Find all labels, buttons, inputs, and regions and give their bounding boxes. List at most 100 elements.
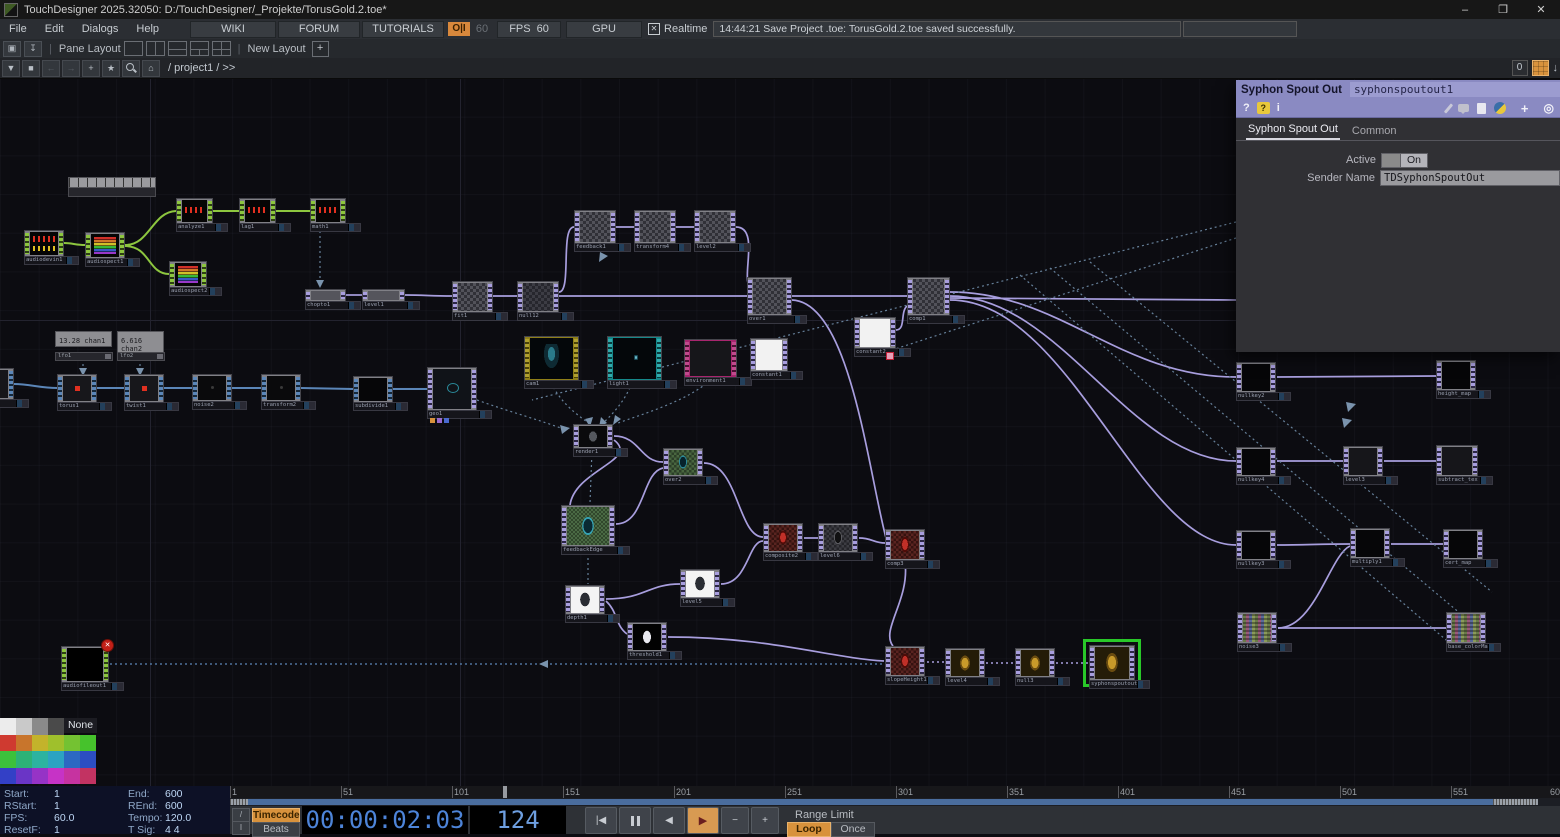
output-connector[interactable] [400, 292, 404, 299]
node-threshold1[interactable]: threshold1 [627, 622, 667, 652]
output-connector[interactable] [945, 280, 949, 313]
color-swatch[interactable] [0, 735, 16, 752]
output-connector[interactable] [731, 213, 735, 241]
frame-display[interactable]: 124 [470, 806, 566, 834]
output-connector[interactable] [611, 213, 615, 241]
maximize-button[interactable]: ❐ [1484, 0, 1522, 19]
input-connector[interactable] [946, 651, 950, 675]
input-connector[interactable] [764, 526, 768, 550]
node-constant2[interactable]: constant2 [854, 317, 896, 349]
color-swatch[interactable] [32, 735, 48, 752]
info-icon[interactable]: i [1277, 102, 1280, 114]
input-connector[interactable] [311, 201, 315, 221]
stop-icon[interactable]: ■ [22, 60, 40, 77]
node-feedbackEdge[interactable]: feedbackEdge [561, 505, 615, 547]
node-slopeHeight1[interactable]: slopeHeight1 [885, 646, 925, 677]
output-connector[interactable] [657, 339, 661, 378]
output-connector[interactable] [853, 526, 857, 550]
tab-common[interactable]: Common [1350, 125, 1399, 140]
beats-mode-button[interactable]: Beats [252, 822, 300, 837]
output-connector[interactable] [783, 341, 787, 369]
input-connector[interactable] [751, 341, 755, 369]
frame-decrement-button[interactable]: − [721, 807, 749, 834]
color-swatch[interactable] [0, 768, 16, 785]
node-audiospect2[interactable]: audiospect2 [169, 261, 207, 288]
node-multiply1[interactable]: multiply1 [1350, 528, 1390, 559]
sender-name-field[interactable]: TDSyphonSpoutOut [1380, 170, 1560, 186]
node-cam1[interactable]: cam1 [524, 336, 579, 381]
output-connector[interactable] [227, 377, 231, 399]
input-connector[interactable] [635, 213, 639, 241]
layout-three-pane-button[interactable] [190, 41, 209, 56]
range-grip-left[interactable] [230, 799, 248, 805]
input-connector[interactable] [62, 649, 66, 680]
output-connector[interactable] [59, 233, 63, 254]
node-render1[interactable]: render1 [573, 424, 613, 449]
node-level5[interactable]: level5 [680, 569, 720, 599]
color-swatch[interactable] [16, 751, 32, 768]
node-audiofileout1[interactable]: audiofileout1✕ [61, 646, 109, 683]
pause-button[interactable] [619, 807, 651, 834]
input-connector[interactable] [886, 649, 890, 674]
color-swatch[interactable] [16, 718, 32, 735]
comment-icon[interactable] [1458, 104, 1469, 112]
node-nullkey4[interactable]: nullkey4 [1236, 447, 1276, 477]
timeline-field-value[interactable]: 1 [54, 788, 60, 800]
color-swatch[interactable] [80, 768, 96, 785]
loop-button[interactable]: Loop [787, 822, 831, 837]
output-connector[interactable] [1471, 363, 1475, 388]
input-connector[interactable] [562, 508, 566, 544]
color-swatch[interactable] [64, 751, 80, 768]
node-twist1[interactable]: twist1 [124, 374, 164, 403]
output-connector[interactable] [798, 526, 802, 550]
range-fill[interactable] [230, 799, 1493, 805]
active-toggle-track[interactable] [1381, 153, 1401, 168]
input-connector[interactable] [1237, 365, 1241, 390]
node-light1[interactable]: light1 [607, 336, 662, 381]
node-analyze1[interactable]: analyze1 [176, 198, 213, 224]
input-connector[interactable] [1237, 450, 1241, 474]
color-swatch[interactable] [48, 735, 64, 752]
input-connector[interactable] [819, 526, 823, 550]
add-operator-icon[interactable]: + [82, 60, 100, 77]
input-connector[interactable] [748, 280, 752, 313]
layout-single-button[interactable] [124, 41, 143, 56]
node-level1[interactable]: level1 [362, 289, 405, 302]
operator-name-field[interactable]: syphonspoutout1 [1350, 82, 1560, 97]
output-connector[interactable] [671, 213, 675, 241]
timeline-field-value[interactable]: 120.0 [165, 812, 191, 824]
midi-io-indicator[interactable]: O|I [448, 22, 470, 36]
input-connector[interactable] [518, 284, 522, 310]
output-connector[interactable] [92, 377, 96, 400]
input-connector[interactable] [685, 342, 689, 375]
input-connector[interactable] [428, 370, 432, 408]
node-comp3[interactable]: comp3 [885, 529, 925, 561]
layout-hsplit-button[interactable] [168, 41, 187, 56]
output-connector[interactable] [610, 508, 614, 544]
output-connector[interactable] [698, 451, 702, 474]
output-connector[interactable] [104, 649, 108, 680]
range-bar[interactable] [230, 798, 1560, 806]
python-icon[interactable] [1494, 102, 1506, 114]
add-parameter-icon[interactable]: + [1521, 101, 1529, 116]
output-connector[interactable] [600, 588, 604, 612]
color-swatch[interactable] [32, 751, 48, 768]
output-connector[interactable] [732, 342, 736, 375]
output-connector[interactable] [787, 280, 791, 313]
output-connector[interactable] [891, 320, 895, 346]
timecode-mode-button[interactable]: Timecode [252, 808, 300, 823]
star-icon[interactable]: ★ [102, 60, 120, 77]
output-connector[interactable] [715, 572, 719, 596]
output-connector[interactable] [1385, 531, 1389, 556]
input-connector[interactable] [566, 588, 570, 612]
play-button[interactable]: ▶ [687, 807, 719, 834]
node-subtract_tex[interactable]: subtract_tex [1436, 445, 1478, 477]
input-connector[interactable] [1444, 532, 1448, 557]
chop-value-slider[interactable]: lfo2 [117, 352, 165, 361]
color-swatch[interactable] [16, 735, 32, 752]
keyframe-widget[interactable] [68, 177, 156, 197]
rewind-button[interactable]: |◀ [585, 807, 617, 834]
input-connector[interactable] [1090, 648, 1094, 678]
node-null3[interactable]: null3 [1015, 648, 1055, 678]
palette-icon[interactable] [1532, 60, 1549, 76]
